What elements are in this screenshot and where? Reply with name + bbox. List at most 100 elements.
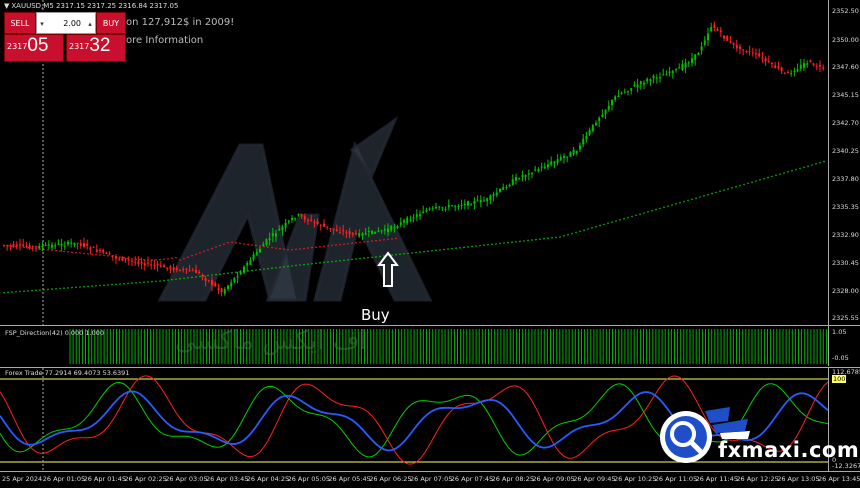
ma-dot [547,237,549,240]
ma-dot [111,255,113,257]
ma-dot [551,237,553,239]
buy-button[interactable]: BUY [96,12,126,34]
ma-dot [43,248,45,251]
news-line-1[interactable]: on 127,912$ in 2009! [126,17,234,28]
candle [495,188,498,198]
ma-dot [507,241,509,244]
ma-dot [147,259,149,261]
ma-dot [463,246,465,249]
ma-dot [259,245,261,247]
candle [716,26,719,32]
ma-dot [263,245,265,248]
ma-dot [591,227,593,229]
ma-dot [243,270,245,273]
candle [153,259,156,270]
ma-dot [227,241,229,244]
candle [575,150,578,156]
ma-dot [247,243,249,246]
ma-dot [119,283,121,285]
buy-price[interactable]: 231732 [66,34,126,62]
candle [553,160,556,169]
ma-dot [467,246,469,248]
ma-dot [243,243,245,245]
ma-dot [219,273,221,275]
candle [774,61,777,69]
ma-dot [271,267,273,270]
candle [326,226,329,230]
candle [566,156,569,163]
lot-decrease-icon[interactable]: ▾ [37,13,47,35]
ma-dot [99,284,101,287]
ma-dot [79,252,81,254]
ma-dot [51,288,53,290]
ma-dot [35,247,37,250]
ma-dot [655,208,657,211]
ma-dot [251,269,253,272]
ma-dot [587,228,589,230]
news-line-2[interactable]: ore Information [126,35,203,46]
ma-dot [227,272,229,275]
candle [403,218,405,229]
ma-dot [579,230,581,233]
ma-dot [531,239,533,241]
candle [499,188,501,193]
candle [92,246,95,248]
ma-dot [539,238,541,240]
ma-dot [155,280,157,283]
candle [671,69,674,79]
price-tick: 2332.90 [832,231,859,239]
ma-dot [675,203,677,205]
candle [502,183,505,190]
ma-dot [183,257,185,260]
ma-dot [283,266,285,268]
sell-button[interactable]: SELL [4,12,36,34]
ma-dot [223,243,225,245]
ma-dot [619,219,621,221]
ma-dot [355,242,357,244]
ma-dot [363,257,365,259]
ma-dot [55,249,57,252]
ma-dot [355,258,357,260]
ma-dot [787,171,789,173]
candle [454,204,457,212]
candle [166,267,169,272]
ma-dot [719,190,721,193]
ma-dot [391,238,393,240]
candle [675,68,677,73]
ma-dot [247,270,249,272]
candle [28,242,31,250]
ma-dot [575,231,577,234]
candle [409,215,412,223]
candle [124,257,127,263]
ma-dot [731,187,733,189]
sell-price[interactable]: 231705 [4,34,64,62]
ma-dot [335,260,337,262]
ma-dot [187,277,189,279]
ma-dot [27,247,29,249]
ma-dot [199,275,201,278]
ma-dot [331,244,333,247]
candle [799,58,802,72]
lot-increase-icon[interactable]: ▴ [85,13,95,35]
candle [63,241,66,251]
candle [473,197,476,210]
ma-dot [27,290,29,292]
time-tick: 25 Apr 2024 [2,475,43,483]
ma-dot [595,225,597,228]
ma-dot [15,245,17,248]
candle [515,173,517,185]
lot-size-input[interactable]: ▾ 2.00 ▴ [36,12,96,34]
candle [649,78,652,86]
time-tick: 26 Apr 13:45 [818,475,860,483]
ma-dot [287,248,289,251]
ma-dot [419,251,421,253]
candles [3,21,825,297]
candle [489,194,492,205]
ma-dot [267,267,269,270]
ma-dot [471,245,473,248]
ma-dot [495,243,497,245]
ma-dot [103,284,105,287]
candle [639,80,642,90]
candle [735,39,738,52]
time-tick: 26 Apr 01:05 [42,475,86,483]
